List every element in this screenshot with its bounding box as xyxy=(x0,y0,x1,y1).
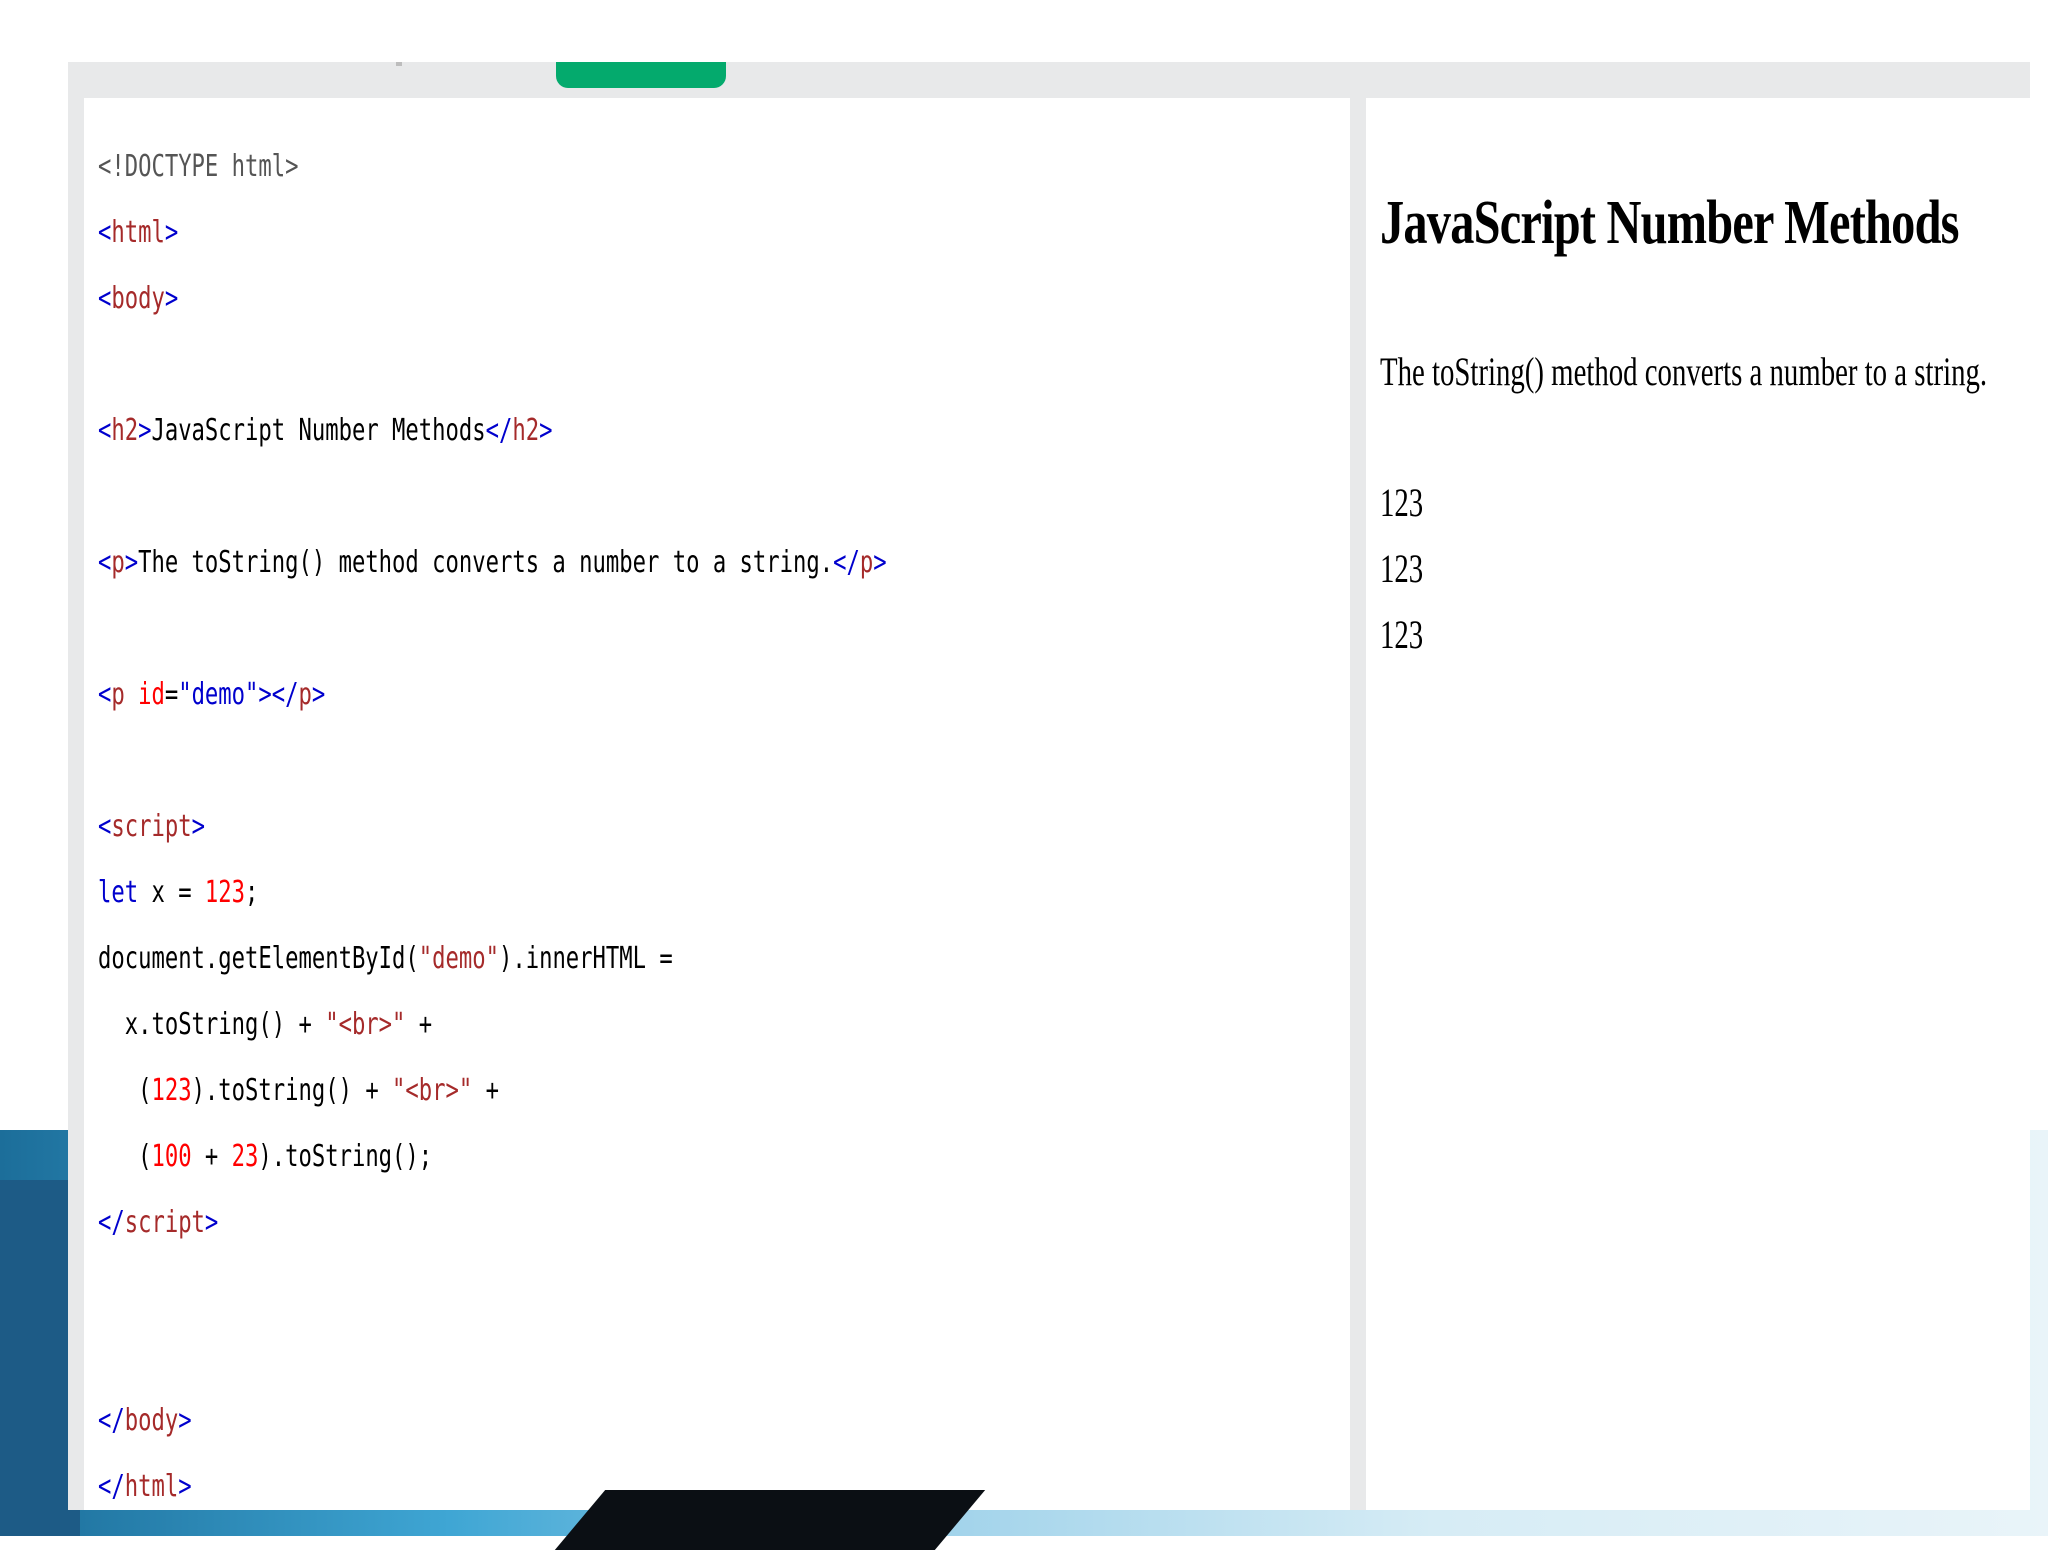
code-line: <h2>JavaScript Number Methods</h2> xyxy=(98,398,887,464)
code-token: </ xyxy=(833,545,860,580)
code-token: > xyxy=(178,1403,192,1438)
code-token: + xyxy=(472,1073,499,1108)
code-token: ).innerHTML = xyxy=(498,941,673,976)
code-token: 123 xyxy=(151,1073,192,1108)
code-token: > xyxy=(138,413,152,448)
code-token: ></ xyxy=(258,677,299,712)
code-token: h2 xyxy=(512,413,540,448)
code-token: ; xyxy=(245,875,259,910)
result-output-line: 123 xyxy=(1380,612,1424,657)
result-panel: JavaScript Number Methods The toString()… xyxy=(1366,98,2030,1510)
code-line: (123).toString() + "<br>" + xyxy=(98,1058,887,1124)
code-token: The toString() method converts a number … xyxy=(138,545,834,580)
code-token: "demo" xyxy=(418,941,499,976)
code-token: > xyxy=(164,215,179,250)
code-token: > xyxy=(164,281,179,316)
code-token: < xyxy=(98,281,112,316)
code-line: <html> xyxy=(98,200,887,266)
code-token: script xyxy=(124,1205,205,1240)
code-token: > xyxy=(539,413,553,448)
code-line: (100 + 23).toString(); xyxy=(98,1124,887,1190)
toolbar xyxy=(68,62,2030,98)
code-token: document.getElementById( xyxy=(98,941,419,976)
code-token: + xyxy=(191,1139,232,1174)
code-token: p xyxy=(111,677,125,712)
code-line: <script> xyxy=(98,794,887,860)
code-token: < xyxy=(98,677,112,712)
code-line: </script> xyxy=(98,1190,887,1256)
code-token: p xyxy=(859,545,874,580)
code-token: > xyxy=(178,1469,192,1504)
result-paragraph: The toString() method converts a number … xyxy=(1380,349,1988,394)
code-token: x = xyxy=(138,875,205,910)
code-token: script xyxy=(111,809,192,844)
code-token: = xyxy=(164,677,179,712)
code-token: ( xyxy=(98,1073,152,1108)
result-heading: JavaScript Number Methods xyxy=(1380,189,1960,257)
code-token: < xyxy=(98,413,112,448)
code-token: ).toString() + xyxy=(191,1073,393,1108)
code-token: > xyxy=(311,677,326,712)
code-editor-panel[interactable]: <!DOCTYPE html> <html> <body> <h2>JavaScrip… xyxy=(84,98,1350,1510)
code-token: html xyxy=(124,1469,179,1504)
toolbar-mark xyxy=(396,62,402,66)
code-token: < xyxy=(98,545,112,580)
code-token: ).toString(); xyxy=(258,1139,433,1174)
code-token: > xyxy=(191,809,205,844)
code-token: </ xyxy=(98,1469,125,1504)
code-token: < xyxy=(98,215,112,250)
result-output-line: 123 xyxy=(1380,480,1424,525)
code-token: body xyxy=(111,281,165,316)
run-button[interactable] xyxy=(556,62,726,88)
code-token: 123 xyxy=(204,875,246,910)
code-editor[interactable]: <!DOCTYPE html> <html> <body> <h2>JavaScrip… xyxy=(98,134,887,1510)
code-line: <body> xyxy=(98,266,887,332)
code-token: "<br>" xyxy=(392,1073,473,1108)
code-line: </body> xyxy=(98,1388,887,1454)
code-token: </ xyxy=(485,413,513,448)
code-line: <p>The toString() method converts a numb… xyxy=(98,530,887,596)
code-token: < xyxy=(98,809,112,844)
code-token: "<br>" xyxy=(325,1007,406,1042)
code-line: <!DOCTYPE html> xyxy=(98,134,887,200)
code-token: "demo" xyxy=(178,677,259,712)
panel-splitter[interactable] xyxy=(1350,98,1366,1510)
code-token: </ xyxy=(98,1403,125,1438)
code-token: h2 xyxy=(111,413,139,448)
code-token: let xyxy=(98,875,139,910)
code-token: x.toString() + xyxy=(98,1007,326,1042)
code-token: id xyxy=(138,677,165,712)
tryit-editor-window: <!DOCTYPE html> <html> <body> <h2>JavaScrip… xyxy=(68,62,2030,1510)
code-token: p xyxy=(111,545,125,580)
code-token: + xyxy=(405,1007,433,1042)
code-token: JavaScript Number Methods xyxy=(151,413,486,448)
code-token: html xyxy=(111,215,165,250)
slide-dark-swoosh xyxy=(554,1490,986,1550)
code-line: document.getElementById("demo").innerHTM… xyxy=(98,926,887,992)
code-token: body xyxy=(124,1403,179,1438)
code-token: p xyxy=(298,677,312,712)
code-line: let x = 123; xyxy=(98,860,887,926)
code-token: ( xyxy=(98,1139,152,1174)
code-line: <p id="demo"></p> xyxy=(98,662,887,728)
result-output-line: 123 xyxy=(1380,546,1424,591)
result-demo-output: 123 123 123 xyxy=(1380,470,1423,668)
code-token: 23 xyxy=(231,1139,259,1174)
code-token: > xyxy=(204,1205,219,1240)
code-line: x.toString() + "<br>" + xyxy=(98,992,887,1058)
code-token: </ xyxy=(98,1205,125,1240)
code-token: <!DOCTYPE html> xyxy=(98,149,299,184)
code-token: 100 xyxy=(151,1139,192,1174)
code-token: > xyxy=(124,545,139,580)
code-token: > xyxy=(873,545,887,580)
